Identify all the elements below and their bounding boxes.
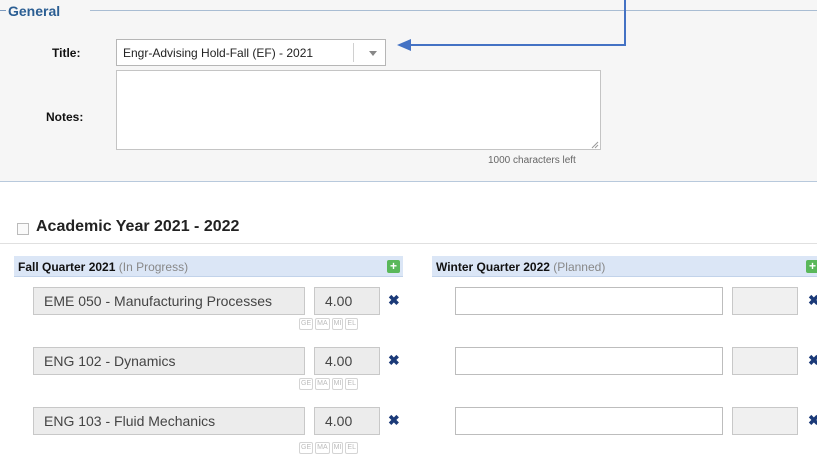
select-divider — [353, 43, 354, 62]
tag-el[interactable]: EL — [345, 378, 358, 390]
units-field[interactable] — [732, 347, 798, 375]
close-icon[interactable]: ✖ — [388, 292, 400, 309]
tag-ge[interactable]: GE — [299, 378, 314, 390]
units-field[interactable] — [732, 287, 798, 315]
academic-year-title: Academic Year 2021 - 2022 — [36, 218, 240, 235]
course-field[interactable]: ENG 102 - Dynamics — [33, 347, 305, 375]
plus-icon[interactable]: + — [387, 260, 400, 273]
units-field[interactable]: 4.00 — [314, 407, 380, 435]
general-legend: General — [8, 3, 61, 19]
close-icon[interactable]: ✖ — [808, 412, 817, 429]
legend-line — [0, 10, 6, 11]
course-tags: GE MA MI EL — [299, 318, 358, 330]
close-icon[interactable]: ✖ — [388, 412, 400, 429]
course-field[interactable]: ENG 103 - Fluid Mechanics — [33, 407, 305, 435]
notes-label: Notes: — [46, 110, 84, 124]
tag-el[interactable]: EL — [345, 318, 358, 330]
quarter-name: Winter Quarter 2022 — [436, 260, 550, 274]
chevron-down-icon[interactable] — [369, 51, 377, 56]
annotation-arrow-line — [624, 0, 626, 45]
course-tags: GE MA MI EL — [299, 378, 358, 390]
units-field[interactable]: 4.00 — [314, 347, 380, 375]
quarter-name: Fall Quarter 2021 — [18, 260, 116, 274]
quarter-header-winter: Winter Quarter 2022 (Planned) — [432, 256, 817, 277]
close-icon[interactable]: ✖ — [808, 352, 817, 369]
arrow-left-icon — [397, 39, 411, 51]
notes-textarea[interactable] — [116, 70, 601, 150]
units-field[interactable] — [732, 407, 798, 435]
tag-ma[interactable]: MA — [315, 442, 330, 454]
course-field[interactable] — [455, 407, 723, 435]
tag-mi[interactable]: MI — [331, 442, 344, 454]
tag-el[interactable]: EL — [345, 442, 358, 454]
quarter-header-fall: Fall Quarter 2021 (In Progress) — [14, 256, 403, 277]
tag-ma[interactable]: MA — [315, 318, 330, 330]
close-icon[interactable]: ✖ — [808, 292, 817, 309]
title-select-value: Engr-Advising Hold-Fall (EF) - 2021 — [123, 46, 314, 60]
tag-ma[interactable]: MA — [315, 378, 330, 390]
academic-year-checkbox[interactable] — [17, 223, 29, 235]
legend-line — [90, 10, 817, 11]
tag-mi[interactable]: MI — [331, 378, 344, 390]
characters-left-counter: 1000 characters left — [488, 155, 576, 166]
course-field[interactable] — [455, 347, 723, 375]
course-field[interactable] — [455, 287, 723, 315]
course-tags: GE MA MI EL — [299, 442, 358, 454]
annotation-arrow-line — [410, 44, 626, 46]
close-icon[interactable]: ✖ — [388, 352, 400, 369]
course-field[interactable]: EME 050 - Manufacturing Processes — [33, 287, 305, 315]
quarter-status: (In Progress) — [118, 260, 189, 274]
units-field[interactable]: 4.00 — [314, 287, 380, 315]
divider — [0, 243, 817, 244]
plus-icon[interactable]: + — [806, 260, 817, 273]
tag-ge[interactable]: GE — [299, 442, 314, 454]
tag-mi[interactable]: MI — [331, 318, 344, 330]
title-label: Title: — [52, 46, 81, 60]
resize-handle-icon[interactable] — [591, 141, 599, 149]
title-select[interactable]: Engr-Advising Hold-Fall (EF) - 2021 — [116, 39, 386, 66]
tag-ge[interactable]: GE — [299, 318, 314, 330]
quarter-status: (Planned) — [553, 260, 606, 274]
